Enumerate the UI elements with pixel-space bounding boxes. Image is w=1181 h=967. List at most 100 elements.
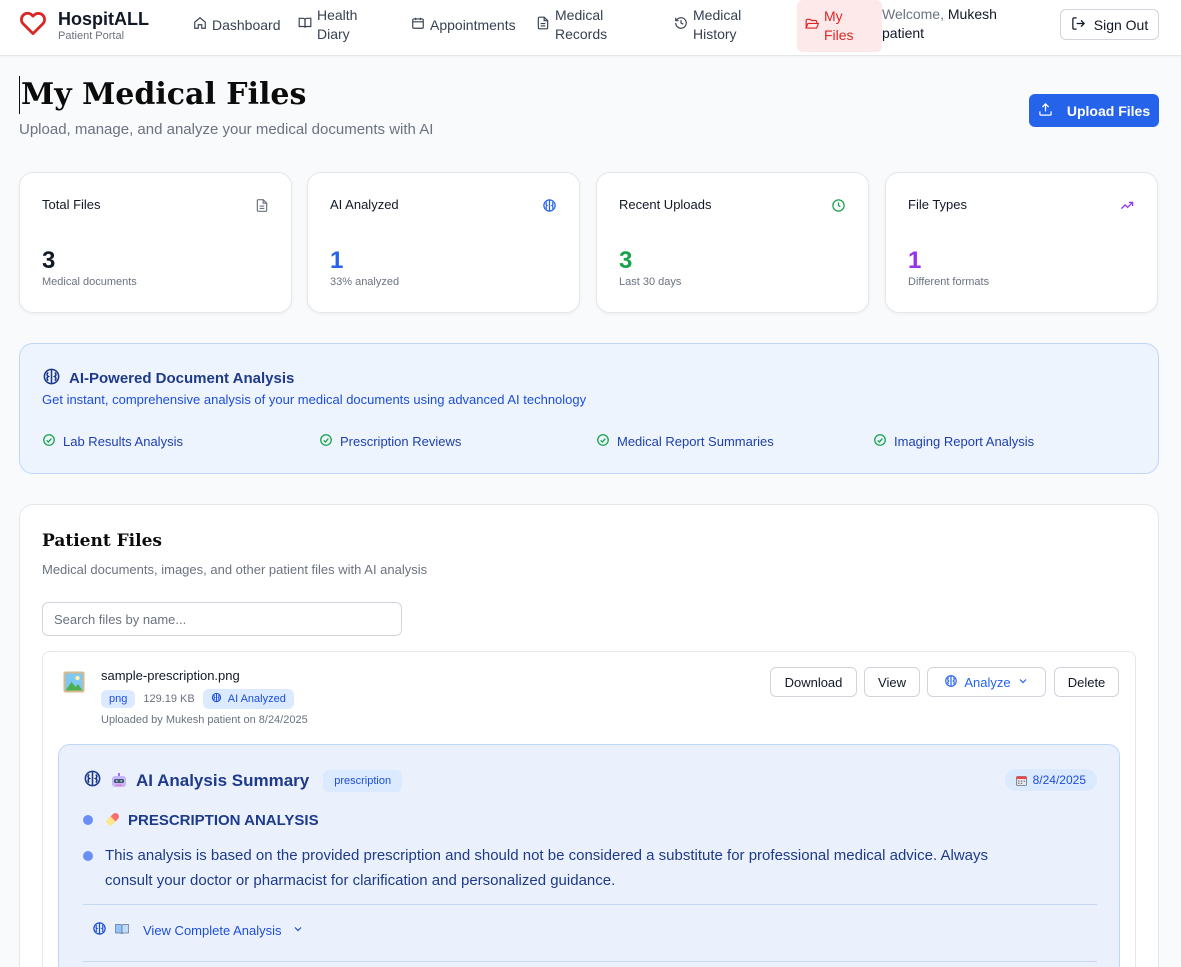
upload-icon: [1038, 102, 1067, 120]
brain-icon: [83, 769, 110, 793]
summary-date-badge: 8/24/2025: [1004, 769, 1097, 791]
feature-label: Prescription Reviews: [340, 434, 462, 449]
stat-value: 3: [42, 247, 56, 274]
feature-item: Imaging Report Analysis: [873, 433, 1034, 450]
stat-card-recent-uploads: Recent Uploads 3 Last 30 days: [596, 172, 869, 313]
upload-info: Uploaded by Mukesh patient on 8/24/2025: [101, 714, 308, 726]
check-circle-icon: [319, 433, 340, 450]
view-complete-analysis-toggle[interactable]: View Complete Analysis: [92, 921, 312, 939]
brain-icon: [542, 198, 557, 218]
ai-banner-title-text: AI-Powered Document Analysis: [69, 370, 295, 387]
nav-item-medical-records[interactable]: Medical Records: [536, 0, 625, 50]
stat-label: AI Analyzed: [330, 197, 399, 212]
brain-icon: [92, 921, 115, 939]
summary-heading-text: PRESCRIPTION ANALYSIS: [128, 812, 319, 829]
patient-files-card: Patient Files Medical documents, images,…: [19, 504, 1159, 967]
nav-item-appointments[interactable]: Appointments: [411, 0, 516, 50]
nav-item-medical-history[interactable]: Medical History: [674, 0, 753, 50]
summary-text-line-1: This analysis is based on the provided p…: [105, 847, 989, 864]
feature-item: Medical Report Summaries: [596, 433, 774, 450]
section-title: Patient Files: [42, 531, 162, 551]
nav-label: Medical Records: [555, 7, 608, 42]
ai-analysis-banner: AI-Powered Document Analysis Get instant…: [19, 343, 1159, 474]
divider: [83, 904, 1097, 905]
nav-label: Dashboard: [212, 16, 281, 33]
summary-text-line-2: consult your doctor or pharmacist for cl…: [105, 872, 616, 889]
stat-label: Recent Uploads: [619, 197, 712, 212]
file-size: 129.19 KB: [143, 693, 195, 705]
brain-icon: [211, 692, 228, 706]
check-circle-icon: [873, 433, 894, 450]
summary-date: 8/24/2025: [1032, 773, 1086, 787]
summary-heading: PRESCRIPTION ANALYSIS: [105, 808, 319, 833]
ai-banner-title: AI-Powered Document Analysis: [42, 367, 294, 390]
stat-card-total-files: Total Files 3 Medical documents: [19, 172, 292, 313]
nav-item-my-files[interactable]: My Files: [797, 0, 882, 52]
open-book-icon: [115, 923, 137, 938]
stat-subtext: Different formats: [908, 276, 990, 288]
section-subtitle: Medical documents, images, and other pat…: [42, 562, 428, 577]
stat-subtext: Last 30 days: [619, 276, 682, 288]
stat-card-ai-analyzed: AI Analyzed 1 33% analyzed: [307, 172, 580, 313]
stat-subtext: 33% analyzed: [330, 276, 400, 288]
page-title: My Medical Files: [19, 76, 307, 114]
delete-button[interactable]: Delete: [1054, 667, 1119, 697]
image-file-icon: [63, 671, 85, 698]
brand-name: HospitALL: [58, 8, 149, 29]
document-type-badge: prescription: [323, 770, 403, 792]
view-complete-label: View Complete Analysis: [143, 922, 282, 938]
calendar-icon: [411, 16, 430, 35]
sign-out-label: Sign Out: [1093, 16, 1149, 33]
file-meta: png 129.19 KB AI Analyzed: [101, 689, 294, 709]
ai-analyzed-badge: AI Analyzed: [202, 689, 294, 709]
file-list-item: sample-prescription.png png 129.19 KB AI…: [42, 651, 1136, 967]
chevron-down-icon: [1011, 675, 1035, 690]
analyze-dropdown-button[interactable]: Analyze: [927, 667, 1046, 697]
file-text-icon: [536, 16, 555, 35]
check-circle-icon: [42, 433, 63, 450]
robot-icon: [110, 772, 128, 790]
nav-item-health-diary[interactable]: Health Diary: [298, 0, 398, 50]
welcome-prefix: Welcome,: [882, 6, 944, 22]
upload-files-button[interactable]: Upload Files: [1029, 94, 1159, 127]
heart-icon: [18, 8, 48, 43]
search-input[interactable]: [42, 602, 402, 636]
sign-out-button[interactable]: Sign Out: [1060, 9, 1159, 40]
stat-card-file-types: File Types 1 Different formats: [885, 172, 1158, 313]
nav-label: Health Diary: [317, 7, 358, 42]
history-icon: [674, 16, 693, 35]
feature-label: Medical Report Summaries: [617, 434, 774, 449]
view-button[interactable]: View: [864, 667, 920, 697]
stat-value: 1: [330, 247, 344, 274]
feature-item: Lab Results Analysis: [42, 433, 183, 450]
analyze-label: Analyze: [964, 674, 1011, 690]
pill-icon: [105, 810, 121, 827]
stat-value: 1: [908, 247, 922, 274]
file-type-badge: png: [101, 690, 136, 708]
file-icon: [255, 198, 269, 218]
stat-label: File Types: [908, 197, 968, 212]
folder-open-icon: [805, 17, 824, 36]
brand[interactable]: HospitALL Patient Portal: [18, 8, 149, 43]
brain-icon: [42, 367, 69, 390]
brain-icon: [938, 674, 964, 691]
log-out-icon: [1071, 16, 1094, 34]
stat-subtext: Medical documents: [42, 276, 137, 288]
book-open-icon: [298, 16, 317, 35]
bullet-dot: [83, 815, 93, 825]
welcome-text: Welcome, Mukesh patient: [882, 5, 1022, 43]
calendar-icon: [1015, 775, 1027, 786]
download-button[interactable]: Download: [770, 667, 857, 697]
chevron-down-icon: [292, 923, 312, 938]
feature-label: Imaging Report Analysis: [894, 434, 1035, 449]
page-subtitle: Upload, manage, and analyze your medical…: [19, 121, 434, 138]
ai-badge-label: AI Analyzed: [227, 693, 286, 705]
nav-item-dashboard[interactable]: Dashboard: [193, 0, 281, 50]
nav-label: Appointments: [430, 16, 516, 33]
stat-label: Total Files: [42, 197, 101, 212]
nav-label: My Files: [824, 8, 854, 43]
file-name[interactable]: sample-prescription.png: [101, 668, 240, 683]
nav-label: Medical History: [693, 7, 742, 42]
ai-banner-description: Get instant, comprehensive analysis of y…: [42, 392, 587, 407]
summary-header: AI Analysis Summary prescription: [83, 769, 403, 793]
